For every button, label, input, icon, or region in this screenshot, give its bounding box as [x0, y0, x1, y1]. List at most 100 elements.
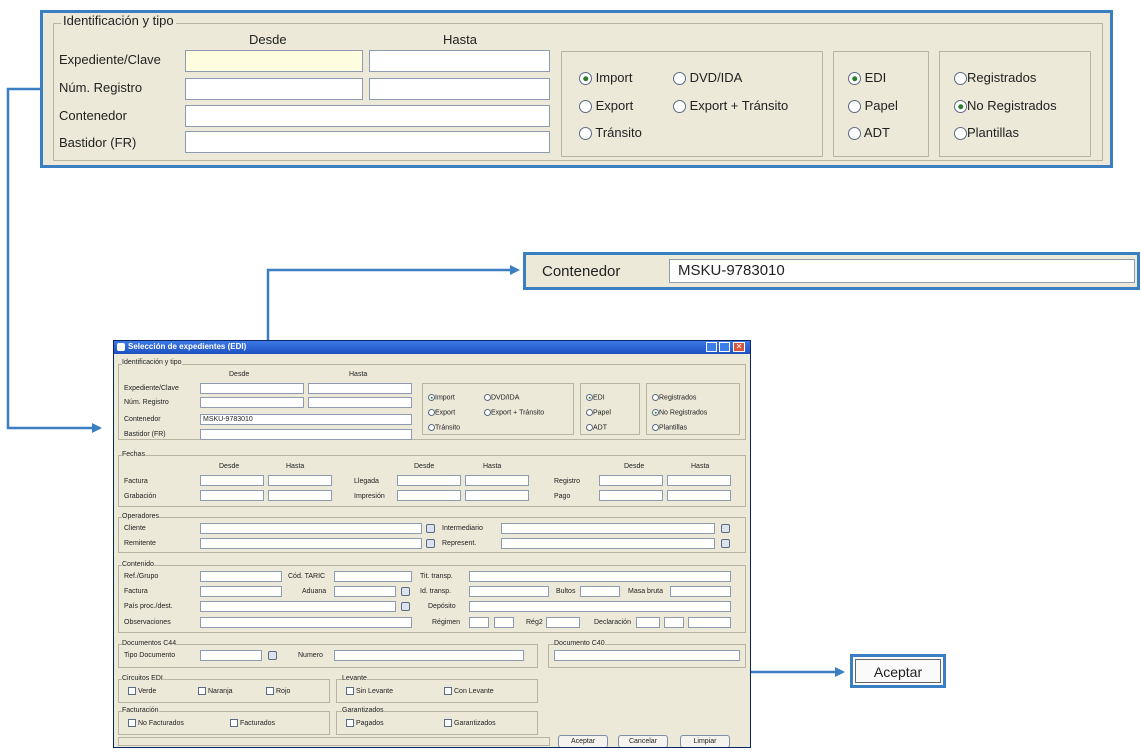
w-factura-hasta[interactable] [268, 475, 332, 486]
w-declaracion-input-3[interactable] [688, 617, 731, 628]
radio-plantillas[interactable]: Plantillas [954, 125, 1019, 141]
w-registro-desde-fecha[interactable] [599, 475, 663, 486]
w-bastidor-input[interactable] [200, 429, 412, 440]
radio-no-registrados[interactable]: No Registrados [954, 98, 1057, 114]
w-regimen-input-2[interactable] [494, 617, 514, 628]
w-declaracion-input-1[interactable] [636, 617, 660, 628]
w-radio-adt[interactable]: ADT [586, 424, 607, 431]
id-legend: Identificación y tipo [61, 13, 176, 28]
w-radio-no-registrados[interactable]: No Registrados [652, 409, 707, 416]
radio-adt[interactable]: ADT [848, 125, 890, 141]
w-c40-input[interactable] [554, 650, 740, 661]
radio-registrados[interactable]: Registrados [954, 70, 1036, 86]
w-aduana-lookup-icon[interactable] [401, 587, 410, 596]
w-registro-desde[interactable] [200, 397, 304, 408]
w-radio-transito[interactable]: Tránsito [428, 424, 460, 431]
w-radio-import[interactable]: Import [428, 394, 455, 401]
w-c40-legend: Documento C40 [554, 640, 605, 647]
w-chk-no-facturados[interactable]: No Facturados [128, 719, 184, 727]
w-masa-bruta-input[interactable] [670, 586, 731, 597]
w-llegada-hasta[interactable] [465, 475, 529, 486]
w-aduana-input[interactable] [334, 586, 396, 597]
w-chk-verde[interactable]: Verde [128, 687, 156, 695]
w-reg2-input[interactable] [546, 617, 580, 628]
w-cliente-input[interactable] [200, 523, 422, 534]
w-deposito-input[interactable] [469, 601, 731, 612]
w-cod-taric-input[interactable] [334, 571, 412, 582]
w-llegada-desde[interactable] [397, 475, 461, 486]
maximize-icon[interactable] [719, 342, 730, 352]
radio-dvd-ida[interactable]: DVD/IDA [673, 70, 742, 86]
w-intermediario-input[interactable] [501, 523, 715, 534]
bastidor-input[interactable] [185, 131, 550, 153]
num-registro-desde-input[interactable] [185, 78, 363, 100]
w-chk-sin-levante[interactable]: Sin Levante [346, 687, 393, 695]
w-radio-edi[interactable]: EDI [586, 394, 605, 401]
w-aceptar-button[interactable]: Aceptar [558, 735, 608, 747]
w-grabacion-hasta[interactable] [268, 490, 332, 501]
radio-export[interactable]: Export [579, 98, 633, 114]
w-chk-rojo[interactable]: Rojo [266, 687, 290, 695]
w-radio-dvd[interactable]: DVD/IDA [484, 394, 519, 401]
w-contenedor-input[interactable]: MSKU-9783010 [200, 414, 412, 425]
radio-papel[interactable]: Papel [848, 98, 898, 114]
w-represent-lookup-icon[interactable] [721, 539, 730, 548]
radio-export-transito[interactable]: Export + Tránsito [673, 98, 788, 114]
w-observaciones-input[interactable] [200, 617, 412, 628]
w-circuitos-legend: Circuitos EDI [122, 675, 163, 682]
w-factura-desde[interactable] [200, 475, 264, 486]
w-pais-label: País proc./dest. [124, 603, 173, 610]
w-registro-hasta[interactable] [308, 397, 412, 408]
w-limpiar-button[interactable]: Limpiar [680, 735, 730, 747]
w-represent-input[interactable] [501, 538, 715, 549]
w-cliente-lookup-icon[interactable] [426, 524, 435, 533]
w-chk-garantizados[interactable]: Garantizados [444, 719, 496, 727]
w-chk-pagados[interactable]: Pagados [346, 719, 384, 727]
w-radio-plantillas[interactable]: Plantillas [652, 424, 687, 431]
w-tit-transp-input[interactable] [469, 571, 731, 582]
expediente-hasta-input[interactable] [369, 50, 550, 72]
w-radio-export-transito[interactable]: Export + Tránsito [484, 409, 544, 416]
w-radio-papel[interactable]: Papel [586, 409, 611, 416]
contenedor-input[interactable] [185, 105, 550, 127]
num-registro-hasta-input[interactable] [369, 78, 550, 100]
w-pais-input[interactable] [200, 601, 396, 612]
w-tipo-doc-input[interactable] [200, 650, 262, 661]
w-id-transp-input[interactable] [469, 586, 549, 597]
w-chk-facturados[interactable]: Facturados [230, 719, 275, 727]
window-title-bar[interactable]: Selección de expedientes (EDI) ✕ [114, 341, 750, 354]
minimize-icon[interactable] [706, 342, 717, 352]
callout-contenedor-input[interactable]: MSKU-9783010 [669, 259, 1135, 283]
w-expediente-hasta[interactable] [308, 383, 412, 394]
w-tipo-doc-lookup-icon[interactable] [268, 651, 277, 660]
w-numero-input[interactable] [334, 650, 524, 661]
w-regimen-input-1[interactable] [469, 617, 489, 628]
w-chk-naranja[interactable]: Naranja [198, 687, 233, 695]
w-radio-export[interactable]: Export [428, 409, 455, 416]
w-remitente-lookup-icon[interactable] [426, 539, 435, 548]
w-impresion-hasta[interactable] [465, 490, 529, 501]
close-icon[interactable]: ✕ [733, 342, 745, 352]
w-impresion-desde[interactable] [397, 490, 461, 501]
w-pais-lookup-icon[interactable] [401, 602, 410, 611]
w-ref-grupo-input[interactable] [200, 571, 282, 582]
callout-aceptar-button[interactable]: Aceptar [855, 659, 941, 683]
radio-transito[interactable]: Tránsito [579, 125, 642, 141]
w-bultos-input[interactable] [580, 586, 620, 597]
w-grabacion-desde[interactable] [200, 490, 264, 501]
radio-import[interactable]: Import [579, 70, 632, 86]
w-radio-registrados[interactable]: Registrados [652, 394, 696, 401]
w-intermediario-lookup-icon[interactable] [721, 524, 730, 533]
w-pago-hasta[interactable] [667, 490, 731, 501]
radio-edi[interactable]: EDI [848, 70, 886, 86]
w-remitente-input[interactable] [200, 538, 422, 549]
w-pago-desde[interactable] [599, 490, 663, 501]
w-registro-hasta-fecha[interactable] [667, 475, 731, 486]
w-expediente-desde[interactable] [200, 383, 304, 394]
w-factura-cont-input[interactable] [200, 586, 282, 597]
w-declaracion-input-2[interactable] [664, 617, 684, 628]
expediente-desde-input[interactable] [185, 50, 363, 72]
w-cancelar-button[interactable]: Cancelar [618, 735, 668, 747]
w-llegada-label: Llegada [354, 478, 379, 485]
w-chk-con-levante[interactable]: Con Levante [444, 687, 494, 695]
